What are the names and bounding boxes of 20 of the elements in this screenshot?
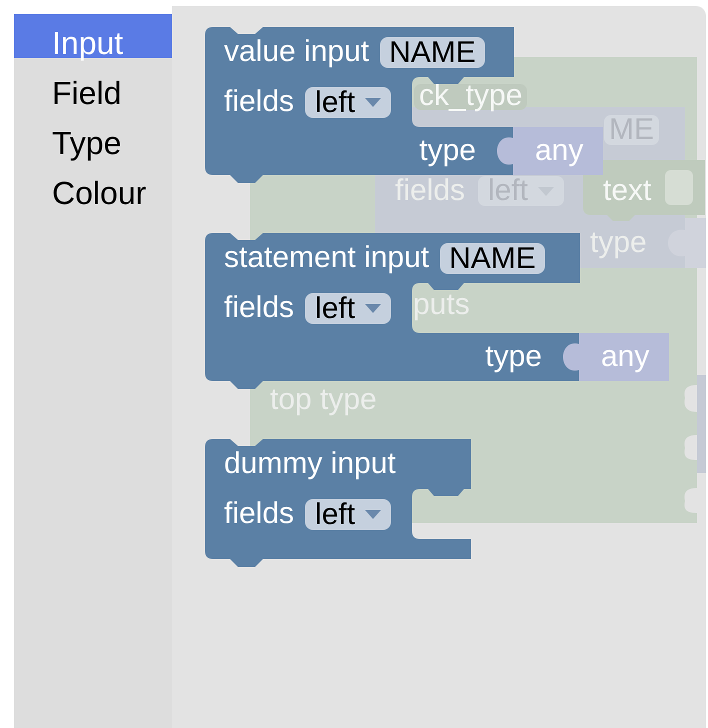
dropdown-field[interactable]: left <box>305 498 392 530</box>
block-label: fields <box>224 85 294 119</box>
caret-icon[interactable] <box>365 304 382 312</box>
category-tab[interactable]: Colour <box>14 164 172 208</box>
puzzle-block[interactable] <box>205 439 471 567</box>
block-label: fields <box>224 497 294 531</box>
block-label: statement input <box>224 241 430 275</box>
block-label: value input <box>224 35 370 69</box>
block-label: type <box>419 134 476 168</box>
block-label: type <box>485 340 542 374</box>
dropdown-field[interactable]: left <box>305 86 392 118</box>
caret-icon[interactable] <box>365 98 382 106</box>
text-field[interactable]: NAME <box>440 242 545 274</box>
block-label: dummy input <box>224 447 396 481</box>
block-label: fields <box>224 291 294 325</box>
category-tab[interactable]: Field <box>14 64 172 108</box>
text-field[interactable]: NAME <box>380 36 485 68</box>
caret-icon[interactable] <box>365 510 382 518</box>
dropdown-field[interactable]: left <box>305 292 392 324</box>
block-label: text <box>603 176 652 206</box>
